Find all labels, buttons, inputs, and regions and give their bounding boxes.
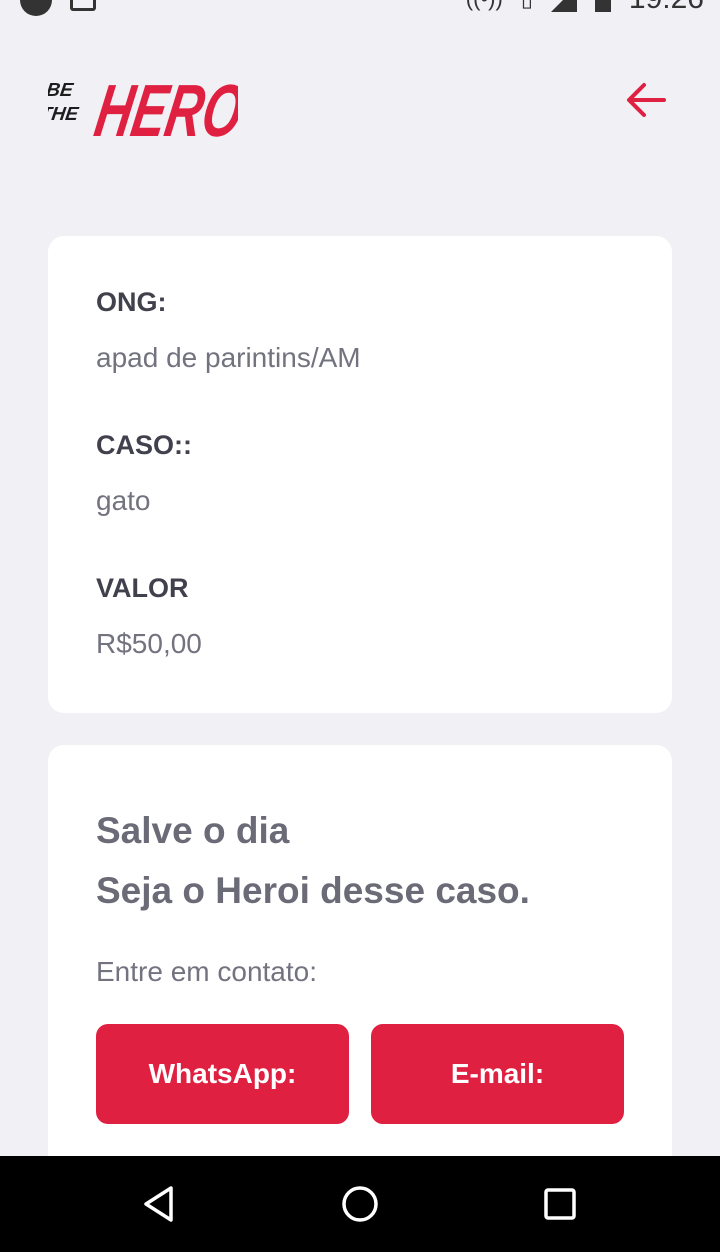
value-field: VALOR R$50,00 [96,570,624,662]
ong-field: ONG: apad de parintins/AM [96,284,624,376]
case-field: CASO:: gato [96,427,624,519]
header: BE THE HERO [48,58,672,148]
arrow-left-icon [627,83,666,117]
case-value: gato [96,485,151,516]
circle-home-icon [342,1186,378,1222]
back-button[interactable] [620,78,672,122]
contact-title-line2: Seja o Heroi desse caso. [96,870,530,911]
hotspot-icon: ((•)) [466,0,503,12]
value-label: VALOR [96,573,189,603]
be-the-hero-logo: BE THE HERO [48,69,238,142]
contact-buttons: WhatsApp: E-mail: [96,1024,624,1124]
ong-label: ONG: [96,287,167,317]
signal-icon [550,0,577,12]
notification-icon [20,0,52,16]
contact-description: Entre em contato: [96,956,318,987]
case-label: CASO:: [96,430,192,460]
image-notification-icon [70,0,96,11]
svg-text:HERO: HERO [89,69,238,142]
value-amount: R$50,00 [96,628,202,659]
svg-text:BE: BE [48,80,76,101]
vibrate-icon: ▯ [521,0,533,12]
ong-value: apad de parintins/AM [96,342,361,373]
square-recents-icon [544,1188,576,1220]
nav-back-button[interactable] [138,1182,182,1226]
contact-title-line1: Salve o dia [96,810,290,851]
status-bar: ((•)) ▯ 19:26 [0,0,720,24]
email-button[interactable]: E-mail: [371,1024,624,1124]
incident-card: ONG: apad de parintins/AM CASO:: gato VA… [48,236,672,713]
svg-text:THE: THE [48,104,81,125]
battery-icon [594,0,611,12]
triangle-back-icon [144,1186,173,1222]
nav-recents-button[interactable] [538,1182,582,1226]
status-time: 19:26 [629,0,704,16]
navigation-bar [0,1156,720,1252]
nav-home-button[interactable] [338,1182,382,1226]
contact-card: Salve o dia Seja o Heroi desse caso. Ent… [48,745,672,1205]
whatsapp-button[interactable]: WhatsApp: [96,1024,349,1124]
